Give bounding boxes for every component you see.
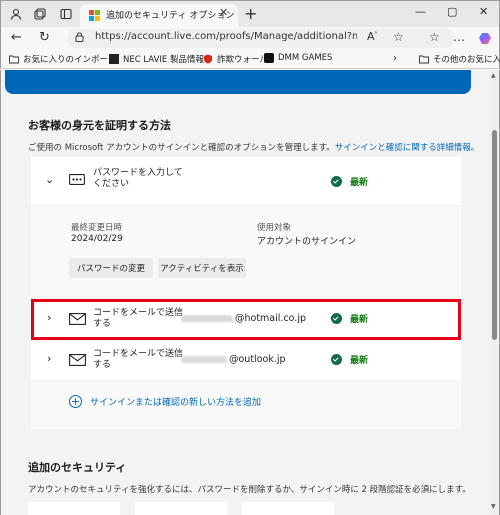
check-circle-icon — [331, 176, 342, 187]
folder-icon — [419, 55, 429, 64]
bookmark-label: DMM GAMES — [278, 53, 333, 63]
usage-value: アカウントのサインイン — [257, 237, 357, 247]
read-aloud-icon[interactable]: Aᵃ — [367, 30, 377, 43]
method-label-line1: コードをメールで送信 — [93, 349, 184, 359]
chevron-down-icon[interactable]: ⌄ — [45, 173, 54, 186]
password-icon — [69, 174, 85, 185]
password-label-line1: パスワードを入力して — [93, 168, 183, 178]
new-tab-icon[interactable]: + — [244, 4, 257, 23]
favorite-star-icon[interactable]: ☆ — [393, 30, 404, 44]
refresh-icon[interactable]: ↻ — [39, 30, 50, 45]
status-text: 最新 — [350, 178, 369, 188]
password-details: 最終変更日時 2024/02/29 使用対象 アカウントのサインイン パスワード… — [31, 206, 461, 296]
vertical-tabs-icon[interactable] — [58, 6, 74, 22]
last-changed-value: 2024/02/29 — [71, 234, 123, 244]
add-circle-icon: + — [69, 395, 82, 408]
header-banner — [5, 70, 471, 94]
method-row-outlook[interactable]: › コードをメールで送信 する @outlook.jp 最新 — [31, 341, 461, 380]
mail-icon — [69, 354, 86, 366]
security-description: アカウントのセキュリティを強化するには、パスワードを削除するか、サインイン時に … — [28, 485, 471, 495]
security-title: 追加のセキュリティ — [28, 461, 127, 474]
method-label: コードをメールで送信 する — [93, 349, 183, 371]
bookmark-scam-wall[interactable]: 詐欺ウォール — [203, 53, 268, 65]
learn-more-link[interactable]: サインインと確認に関する詳細情報。 — [335, 143, 480, 153]
dmm-logo-icon — [264, 53, 274, 63]
scroll-up-icon[interactable]: ▲ — [491, 72, 496, 79]
tab-close-icon[interactable]: ✕ — [219, 6, 228, 19]
identity-title: お客様の身元を証明する方法 — [28, 119, 171, 132]
identity-description-text: ご使用の Microsoft アカウントのサインインと確認のオプションを管理しま… — [28, 143, 335, 153]
method-label-line2: する — [93, 360, 112, 370]
change-password-button[interactable]: パスワードの変更 — [69, 258, 153, 278]
add-method-label: サインインまたは確認の新しい方法を追加 — [90, 398, 262, 408]
bookmarks-overflow-icon[interactable]: › — [393, 53, 397, 64]
profile-icon[interactable] — [8, 6, 24, 22]
email-suffix: @outlook.jp — [229, 354, 286, 365]
view-activity-button[interactable]: アクティビティを表示 — [158, 258, 246, 278]
bookmark-import[interactable]: お気に入りのインポート — [9, 53, 117, 65]
usage-label: 使用対象 — [257, 223, 292, 233]
status-text: 最新 — [350, 356, 369, 366]
folder-icon — [9, 55, 19, 64]
minimize-icon[interactable]: — — [415, 5, 426, 18]
identity-description: ご使用の Microsoft アカウントのサインインと確認のオプションを管理しま… — [28, 141, 479, 153]
bookmark-label: お気に入りのインポート — [23, 55, 117, 65]
workspaces-icon[interactable] — [32, 6, 48, 22]
tab-bar: 追加のセキュリティ オプション ✕ + — ▢ ✕ — [0, 0, 500, 28]
chevron-right-icon[interactable]: › — [47, 352, 51, 365]
email-address: @outlook.jp — [181, 354, 286, 365]
password-label: パスワードを入力して ください — [93, 168, 183, 190]
security-card[interactable] — [135, 502, 227, 515]
password-label-line2: ください — [93, 179, 130, 189]
other-favorites-label: その他のお気に入り — [433, 55, 500, 65]
scrollbar[interactable]: ▲ ▼ — [489, 70, 500, 515]
redacted-text — [181, 356, 227, 363]
bookmark-dmm[interactable]: DMM GAMES — [264, 53, 332, 63]
page-content: お客様の身元を証明する方法 ご使用の Microsoft アカウントのサインイン… — [0, 70, 489, 515]
favorites-icon[interactable]: ☆ — [429, 30, 440, 44]
url-text[interactable]: https://account.live.com/proofs/Manage/a… — [95, 31, 357, 42]
status-badge: 最新 — [331, 175, 368, 188]
back-icon[interactable]: ← — [11, 30, 22, 45]
extensions-icon[interactable]: … — [453, 30, 465, 44]
last-changed-label: 最終変更日時 — [71, 223, 123, 233]
bookmark-label: NEC LAVIE 製品情報 — [123, 55, 204, 65]
bookmarks-bar: お気に入りのインポート NEC LAVIE 製品情報 詐欺ウォール DMM GA… — [0, 49, 500, 69]
add-method-link[interactable]: + サインインまたは確認の新しい方法を追加 — [69, 395, 261, 408]
shield-icon — [204, 54, 212, 64]
status-badge: 最新 — [331, 353, 368, 366]
check-circle-icon — [331, 354, 342, 365]
bookmark-label: 詐欺ウォール — [217, 55, 269, 65]
close-window-icon[interactable]: ✕ — [479, 5, 488, 18]
security-card[interactable] — [28, 502, 120, 515]
nec-logo-icon — [109, 54, 119, 64]
other-favorites[interactable]: その他のお気に入り — [419, 53, 500, 65]
tab-title: 追加のセキュリティ オプション — [106, 11, 235, 21]
password-row[interactable]: ⌄ パスワードを入力して ください 最新 — [31, 157, 461, 205]
lock-icon — [75, 32, 84, 42]
maximize-icon[interactable]: ▢ — [447, 5, 457, 18]
copilot-icon[interactable] — [477, 30, 493, 46]
bookmark-nec[interactable]: NEC LAVIE 製品情報 — [109, 53, 204, 65]
security-card[interactable] — [242, 502, 334, 515]
highlight-box — [31, 299, 461, 340]
scroll-thumb[interactable] — [492, 130, 497, 340]
scroll-down-icon[interactable]: ▼ — [491, 503, 496, 510]
microsoft-logo-icon — [89, 10, 100, 21]
